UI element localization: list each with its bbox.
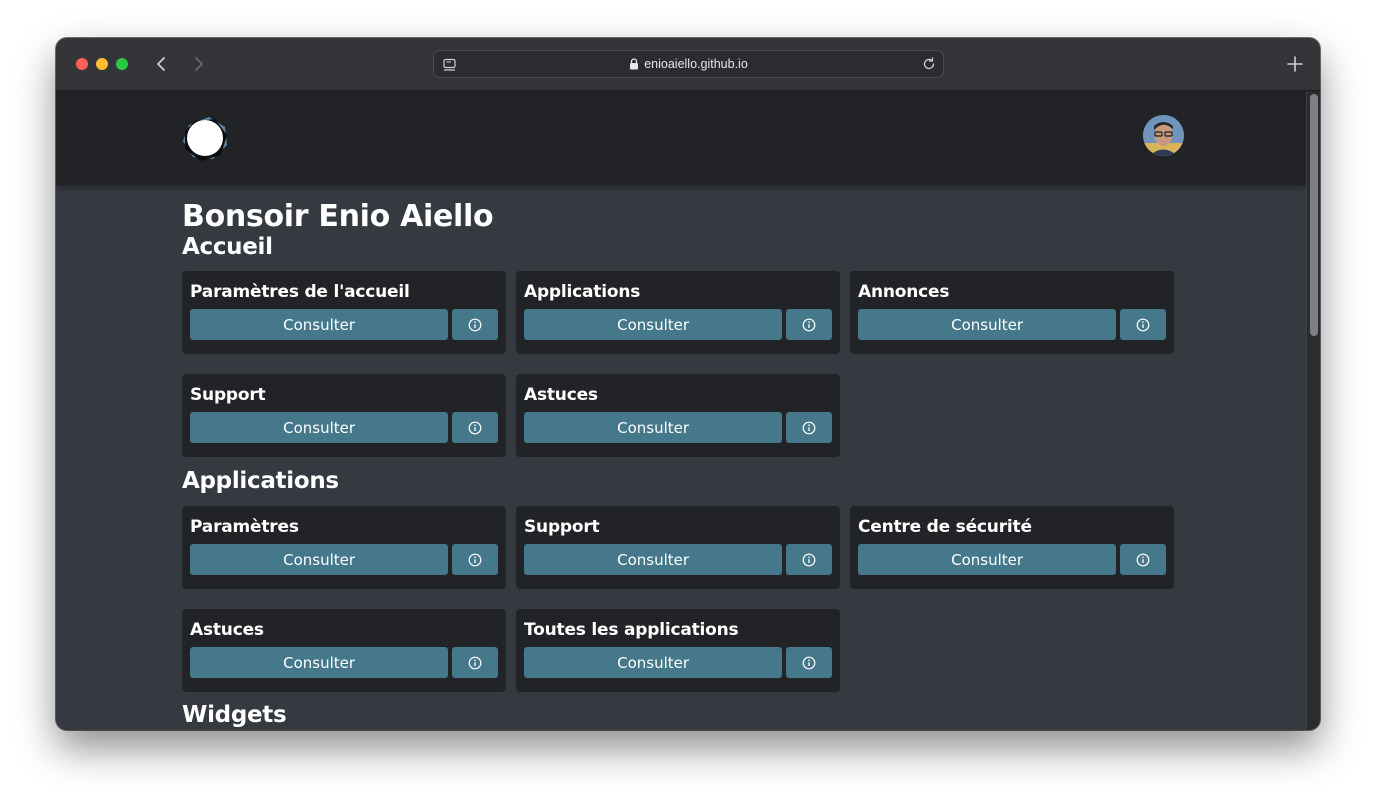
info-button[interactable]	[786, 309, 832, 340]
card-title: Paramètres de l'accueil	[190, 282, 410, 302]
consult-button[interactable]: Consulter	[524, 309, 783, 340]
section-title-accueil: Accueil	[182, 234, 273, 260]
card-centre-securite: Centre de sécurité Consulter	[850, 506, 1174, 589]
scrollbar[interactable]	[1306, 91, 1320, 730]
chevron-right-icon	[195, 57, 203, 71]
section-grid-applications: Paramètres Consulter Support Consulter C…	[182, 506, 1182, 692]
card-title: Paramètres	[190, 517, 299, 537]
info-circle-icon	[802, 656, 816, 669]
new-tab-plus-icon[interactable]	[1284, 53, 1306, 75]
info-button[interactable]	[786, 544, 832, 575]
consult-button[interactable]: Consulter	[524, 647, 783, 678]
site-header	[56, 91, 1306, 185]
zoom-window-button[interactable]	[116, 58, 128, 70]
page-viewport: Bonsoir Enio Aiello Accueil Paramètres d…	[56, 91, 1320, 730]
card-actions: Consulter	[190, 412, 498, 443]
scrollbar-thumb[interactable]	[1310, 94, 1318, 336]
browser-window: enioaiello.github.io Bonsoir Enio Aiello…	[56, 38, 1320, 730]
close-window-button[interactable]	[76, 58, 88, 70]
card-actions: Consulter	[524, 544, 832, 575]
consult-button[interactable]: Consulter	[190, 544, 449, 575]
address-bar[interactable]: enioaiello.github.io	[433, 50, 944, 78]
consult-button[interactable]: Consulter	[190, 309, 449, 340]
card-title: Applications	[524, 282, 641, 302]
user-avatar[interactable]	[1143, 115, 1184, 156]
consult-button[interactable]: Consulter	[190, 412, 449, 443]
card-title: Toutes les applications	[524, 620, 739, 640]
card-astuces-app: Astuces Consulter	[182, 609, 506, 692]
consult-button[interactable]: Consulter	[524, 412, 783, 443]
url-display[interactable]: enioaiello.github.io	[434, 51, 943, 77]
info-circle-icon	[1136, 318, 1150, 331]
section-title-widgets: Widgets	[182, 702, 287, 728]
info-circle-icon	[468, 318, 482, 331]
site-logo[interactable]	[181, 115, 229, 161]
reload-icon[interactable]	[921, 56, 937, 72]
card-actions: Consulter	[190, 309, 498, 340]
info-button[interactable]	[1120, 544, 1166, 575]
info-button[interactable]	[786, 647, 832, 678]
card-support: Support Consulter	[182, 374, 506, 457]
back-button[interactable]	[151, 53, 173, 75]
card-actions: Consulter	[190, 544, 498, 575]
info-button[interactable]	[452, 412, 498, 443]
forward-button[interactable]	[187, 53, 209, 75]
card-annonces: Annonces Consulter	[850, 271, 1174, 354]
section-title-applications: Applications	[182, 468, 339, 494]
info-circle-icon	[468, 553, 482, 566]
chevron-left-icon	[157, 57, 165, 71]
card-title: Astuces	[524, 385, 598, 405]
consult-button[interactable]: Consulter	[190, 647, 449, 678]
info-button[interactable]	[786, 412, 832, 443]
card-actions: Consulter	[190, 647, 498, 678]
url-text: enioaiello.github.io	[644, 57, 748, 71]
card-title: Support	[524, 517, 600, 537]
info-button[interactable]	[452, 544, 498, 575]
info-circle-icon	[802, 421, 816, 434]
info-circle-icon	[468, 421, 482, 434]
info-circle-icon	[1136, 553, 1150, 566]
card-title: Support	[190, 385, 266, 405]
card-actions: Consulter	[858, 544, 1166, 575]
consult-button[interactable]: Consulter	[524, 544, 783, 575]
info-button[interactable]	[1120, 309, 1166, 340]
card-title: Astuces	[190, 620, 264, 640]
card-title: Centre de sécurité	[858, 517, 1032, 537]
info-button[interactable]	[452, 309, 498, 340]
consult-button[interactable]: Consulter	[858, 544, 1117, 575]
card-actions: Consulter	[524, 309, 832, 340]
main-content: Bonsoir Enio Aiello Accueil Paramètres d…	[182, 199, 1182, 729]
card-applications: Applications Consulter	[516, 271, 840, 354]
info-circle-icon	[802, 553, 816, 566]
greeting-heading: Bonsoir Enio Aiello	[182, 199, 494, 234]
section-grid-accueil: Paramètres de l'accueil Consulter Applic…	[182, 271, 1182, 457]
card-astuces: Astuces Consulter	[516, 374, 840, 457]
minimize-window-button[interactable]	[96, 58, 108, 70]
lock-icon	[630, 58, 639, 70]
card-actions: Consulter	[524, 412, 832, 443]
card-actions: Consulter	[524, 647, 832, 678]
card-parametres-accueil: Paramètres de l'accueil Consulter	[182, 271, 506, 354]
info-circle-icon	[468, 656, 482, 669]
info-circle-icon	[802, 318, 816, 331]
card-toutes-applications: Toutes les applications Consulter	[516, 609, 840, 692]
browser-toolbar: enioaiello.github.io	[56, 38, 1320, 91]
card-title: Annonces	[858, 282, 950, 302]
card-support-app: Support Consulter	[516, 506, 840, 589]
info-button[interactable]	[452, 647, 498, 678]
card-parametres: Paramètres Consulter	[182, 506, 506, 589]
consult-button[interactable]: Consulter	[858, 309, 1117, 340]
card-actions: Consulter	[858, 309, 1166, 340]
